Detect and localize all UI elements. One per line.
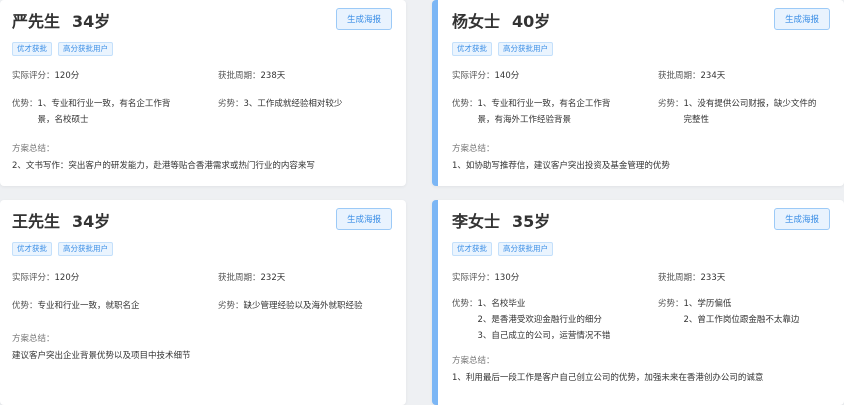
strength-weakness-row: 优势： 1、名校毕业 2、是香港受欢迎金融行业的细分 3、自己成立的公司，运营情… xyxy=(452,296,832,344)
summary-text: 1、利用最后一段工作是客户自己创立公司的优势，加强未来在香港创办公司的诚意 xyxy=(452,373,764,383)
score-label: 实际评分： xyxy=(12,71,55,81)
weakness-item: 1、学历偏低 xyxy=(683,299,732,309)
score-value: 140分 xyxy=(494,71,520,81)
score-value: 130分 xyxy=(494,273,520,283)
strength-label: 优势： xyxy=(452,99,478,109)
period-value: 234天 xyxy=(700,71,726,81)
generate-poster-button[interactable]: 生成海报 xyxy=(774,208,830,230)
period-label: 获批周期： xyxy=(218,71,261,81)
period-label: 获批周期： xyxy=(658,71,701,81)
tag: 高分获批用户 xyxy=(498,242,553,256)
weakness-list: 1、没有提供公司财报，缺少文件的 完整性 xyxy=(684,96,817,128)
period-value: 233天 xyxy=(700,273,726,283)
strength-list: 1、专业和行业一致，有名企工作背 景，名校硕士 xyxy=(38,96,171,128)
strength-list: 1、名校毕业 2、是香港受欢迎金融行业的细分 3、自己成立的公司，运营情况不错 xyxy=(478,296,611,344)
strength-list: 专业和行业一致，就职名企 xyxy=(38,298,140,314)
weakness-item: 缺少管理经验以及海外就职经验 xyxy=(243,301,363,311)
tag: 优才获批 xyxy=(12,42,52,56)
score-label: 实际评分： xyxy=(12,273,55,283)
summary-text: 1、如协助写推荐信，建议客户突出投资及基金管理的优势 xyxy=(452,161,670,171)
summary-label: 方案总结： xyxy=(452,144,495,154)
strength-item: 2、是香港受欢迎金融行业的细分 xyxy=(477,315,602,325)
period-label: 获批周期： xyxy=(658,273,701,283)
weakness-label: 劣势： xyxy=(658,299,684,309)
strength-weakness-row: 优势： 1、专业和行业一致，有名企工作背 景，名校硕士 劣势： 3、工作成就经验… xyxy=(12,96,394,128)
tag-list: 优才获批 高分获批用户 xyxy=(12,42,394,56)
tag-list: 优才获批 高分获批用户 xyxy=(452,42,832,56)
strength-item: 专业和行业一致，就职名企 xyxy=(37,301,140,311)
score-period-row: 实际评分： 130分 获批周期： 233天 xyxy=(452,270,832,286)
score-value: 120分 xyxy=(54,71,80,81)
weakness-list: 缺少管理经验以及海外就职经验 xyxy=(244,298,363,314)
strength-label: 优势： xyxy=(12,301,38,311)
tag: 优才获批 xyxy=(452,242,492,256)
tag: 高分获批用户 xyxy=(498,42,553,56)
weakness-list: 3、工作成就经验相对较少 xyxy=(244,96,343,128)
applicant-name: 王先生 xyxy=(12,212,61,231)
generate-poster-button[interactable]: 生成海报 xyxy=(336,208,392,230)
applicant-name: 李女士 xyxy=(452,212,501,231)
score-label: 实际评分： xyxy=(452,273,495,283)
strength-weakness-row: 优势： 1、专业和行业一致，有名企工作背 景，有海外工作经验背景 劣势： 1、没… xyxy=(452,96,832,128)
score-label: 实际评分： xyxy=(452,71,495,81)
weakness-label: 劣势： xyxy=(658,99,684,109)
tag-list: 优才获批 高分获批用户 xyxy=(452,242,832,256)
summary-label: 方案总结： xyxy=(452,356,495,366)
applicant-age: 34岁 xyxy=(72,12,111,31)
applicant-age: 35岁 xyxy=(512,212,551,231)
tag: 高分获批用户 xyxy=(58,42,113,56)
weakness-item: 完整性 xyxy=(683,115,710,125)
applicant-card: 杨女士 40岁 生成海报 优才获批 高分获批用户 实际评分： 140分 获批周期：… xyxy=(432,0,844,186)
period-label: 获批周期： xyxy=(218,273,261,283)
strength-label: 优势： xyxy=(12,99,38,109)
applicant-name: 杨女士 xyxy=(452,12,501,31)
period-value: 238天 xyxy=(260,71,286,81)
summary-label: 方案总结： xyxy=(12,334,55,344)
tag: 高分获批用户 xyxy=(58,242,113,256)
tag-list: 优才获批 高分获批用户 xyxy=(12,242,394,256)
weakness-list: 1、学历偏低 2、曾工作岗位跟金融不太靠边 xyxy=(684,296,800,344)
strength-weakness-row: 优势： 专业和行业一致，就职名企 劣势： 缺少管理经验以及海外就职经验 xyxy=(12,298,394,314)
strength-label: 优势： xyxy=(452,299,478,309)
weakness-label: 劣势： xyxy=(218,301,244,311)
period-value: 232天 xyxy=(260,273,286,283)
weakness-item: 3、工作成就经验相对较少 xyxy=(243,99,343,109)
strength-item: 景，有海外工作经验背景 xyxy=(477,115,572,125)
strength-item: 1、专业和行业一致，有名企工作背 xyxy=(37,99,171,109)
generate-poster-button[interactable]: 生成海报 xyxy=(336,8,392,30)
weakness-item: 1、没有提供公司财报，缺少文件的 xyxy=(683,99,817,109)
applicant-card: 严先生 34岁 生成海报 优才获批 高分获批用户 实际评分： 120分 获批周期：… xyxy=(0,0,406,186)
strength-list: 1、专业和行业一致，有名企工作背 景，有海外工作经验背景 xyxy=(478,96,611,128)
applicant-age: 34岁 xyxy=(72,212,111,231)
applicant-card: 王先生 34岁 生成海报 优才获批 高分获批用户 实际评分： 120分 获批周期：… xyxy=(0,200,406,405)
score-period-row: 实际评分： 140分 获批周期： 234天 xyxy=(452,68,832,84)
strength-item: 景，名校硕士 xyxy=(37,115,89,125)
score-period-row: 实际评分： 120分 获批周期： 238天 xyxy=(12,68,394,84)
strength-item: 1、专业和行业一致，有名企工作背 xyxy=(477,99,611,109)
weakness-item: 2、曾工作岗位跟金融不太靠边 xyxy=(683,315,800,325)
summary-text: 建议客户突出企业背景优势以及项目中技术细节 xyxy=(12,351,191,361)
summary-text: 2、文书写作：突出客户的研发能力，赴港等贴合香港需求或热门行业的内容来写 xyxy=(12,161,315,171)
score-value: 120分 xyxy=(54,273,80,283)
weakness-label: 劣势： xyxy=(218,99,244,109)
tag: 优才获批 xyxy=(12,242,52,256)
generate-poster-button[interactable]: 生成海报 xyxy=(774,8,830,30)
applicant-name: 严先生 xyxy=(12,12,61,31)
strength-item: 1、名校毕业 xyxy=(477,299,526,309)
tag: 优才获批 xyxy=(452,42,492,56)
summary-label: 方案总结： xyxy=(12,144,55,154)
strength-item: 3、自己成立的公司，运营情况不错 xyxy=(477,331,611,341)
applicant-age: 40岁 xyxy=(512,12,551,31)
applicant-card: 李女士 35岁 生成海报 优才获批 高分获批用户 实际评分： 130分 获批周期：… xyxy=(432,200,844,405)
score-period-row: 实际评分： 120分 获批周期： 232天 xyxy=(12,270,394,286)
